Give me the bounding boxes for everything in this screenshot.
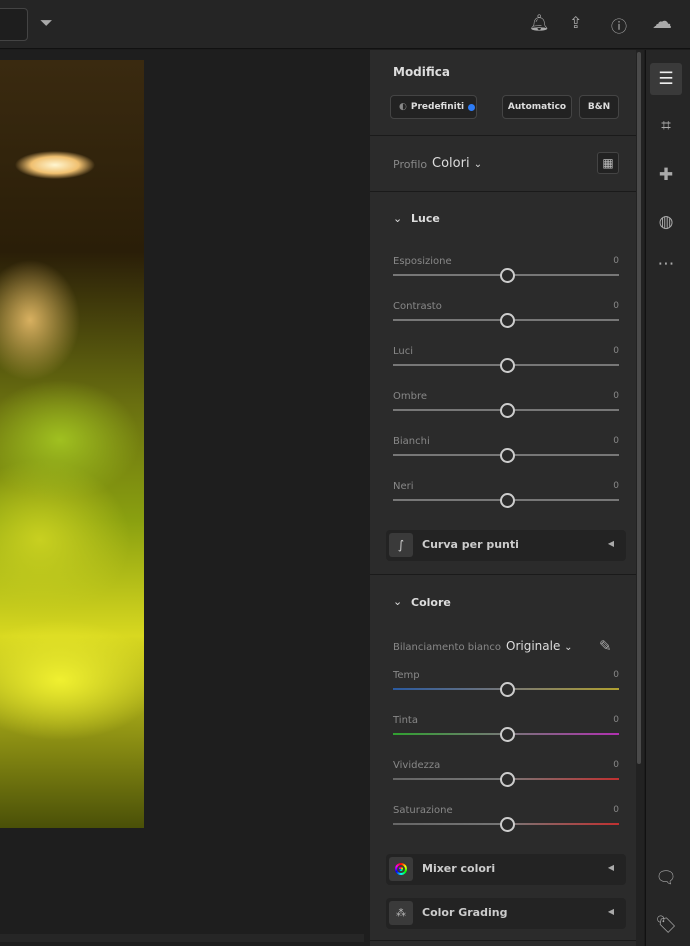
slider-label: Bianchi <box>393 436 430 447</box>
horizontal-scrollbar[interactable] <box>0 934 364 942</box>
slider-thumb[interactable] <box>500 358 515 373</box>
scrollbar-thumb[interactable] <box>637 52 641 764</box>
help-icon[interactable]: ⓘ <box>611 13 627 37</box>
filter-icon[interactable]: ⏷ <box>40 13 53 33</box>
slider-thumb[interactable] <box>500 403 515 418</box>
color-grading-icon: ⁂ <box>389 901 413 925</box>
color-wheel-icon <box>389 857 413 881</box>
color-grading-section[interactable]: ⁂ Color Grading ◀ <box>386 898 626 929</box>
slider-label: Vividezza <box>393 760 441 771</box>
light-section-title[interactable]: Luce <box>411 212 440 225</box>
panel-title: Modifica <box>393 65 450 79</box>
collapse-arrow-icon: ◀ <box>607 863 614 872</box>
collapse-arrow-icon: ◀ <box>607 539 614 548</box>
slider-label: Contrasto <box>393 301 442 312</box>
presets-indicator <box>468 103 476 111</box>
profile-dropdown[interactable]: Colori ⌄ <box>432 156 482 171</box>
photo-preview[interactable] <box>0 60 144 828</box>
slider-label: Luci <box>393 346 414 357</box>
slider-thumb[interactable] <box>500 817 515 832</box>
masking-icon[interactable]: ◍ <box>650 206 682 238</box>
slider-value[interactable]: 0 <box>606 805 619 815</box>
profile-label: Profilo <box>393 158 428 171</box>
slider-label: Tinta <box>393 715 418 726</box>
cloud-icon[interactable]: ☁ <box>652 9 672 33</box>
comment-icon[interactable]: 🗨︎ <box>650 862 682 894</box>
search-box[interactable] <box>0 8 28 41</box>
wb-label: Bilanciamento bianco <box>393 642 501 653</box>
edit-sliders-icon[interactable]: ☰ <box>650 63 682 95</box>
chevron-down-icon[interactable]: ⌄ <box>393 595 402 608</box>
slider-thumb[interactable] <box>500 772 515 787</box>
presets-icon: ◐ <box>399 102 407 112</box>
curve-icon: ∫ <box>389 533 413 557</box>
top-bar: ⏷ 🔔︎ ⇪ ⓘ ☁ <box>0 0 690 49</box>
color-mixer-section[interactable]: Mixer colori ◀ <box>386 854 626 885</box>
slider-thumb[interactable] <box>500 313 515 328</box>
share-icon[interactable]: ⇪ <box>569 13 582 32</box>
collapse-arrow-icon: ◀ <box>607 907 614 916</box>
slider-value[interactable]: 0 <box>606 715 619 725</box>
slider-thumb[interactable] <box>500 268 515 283</box>
slider-value[interactable]: 0 <box>606 481 619 491</box>
more-icon[interactable]: ⋯ <box>650 248 682 280</box>
slider-label: Neri <box>393 481 414 492</box>
chevron-down-icon[interactable]: ⌄ <box>393 212 402 225</box>
color-section-title[interactable]: Colore <box>411 596 451 609</box>
wb-dropdown[interactable]: Originale ⌄ <box>506 639 573 653</box>
eyedropper-icon[interactable]: ✎ <box>599 637 612 655</box>
slider-label: Temp <box>393 670 420 681</box>
bw-button[interactable]: B&N <box>579 95 619 119</box>
auto-button[interactable]: Automatico <box>502 95 572 119</box>
slider-label: Saturazione <box>393 805 453 816</box>
tag-icon[interactable]: 🏷︎ <box>650 909 682 941</box>
curve-section[interactable]: ∫ Curva per punti ◀ <box>386 530 626 561</box>
slider-value[interactable]: 0 <box>606 760 619 770</box>
slider-value[interactable]: 0 <box>606 391 619 401</box>
presets-button[interactable]: ◐ Predefiniti <box>390 95 477 119</box>
slider-value[interactable]: 0 <box>606 670 619 680</box>
slider-value[interactable]: 0 <box>606 436 619 446</box>
healing-icon[interactable]: ✚ <box>650 159 682 191</box>
slider-value[interactable]: 0 <box>606 256 619 266</box>
slider-thumb[interactable] <box>500 493 515 508</box>
crop-icon[interactable]: ⌗ <box>650 110 682 142</box>
slider-value[interactable]: 0 <box>606 346 619 356</box>
slider-value[interactable]: 0 <box>606 301 619 311</box>
bell-icon[interactable]: 🔔︎ <box>529 13 549 32</box>
chevron-down-icon: ⌄ <box>564 642 573 653</box>
slider-thumb[interactable] <box>500 448 515 463</box>
slider-thumb[interactable] <box>500 727 515 742</box>
slider-label: Ombre <box>393 391 428 402</box>
chevron-down-icon: ⌄ <box>473 159 483 170</box>
profile-browser-icon[interactable]: ▦ <box>597 152 619 174</box>
slider-thumb[interactable] <box>500 682 515 697</box>
slider-label: Esposizione <box>393 256 452 267</box>
